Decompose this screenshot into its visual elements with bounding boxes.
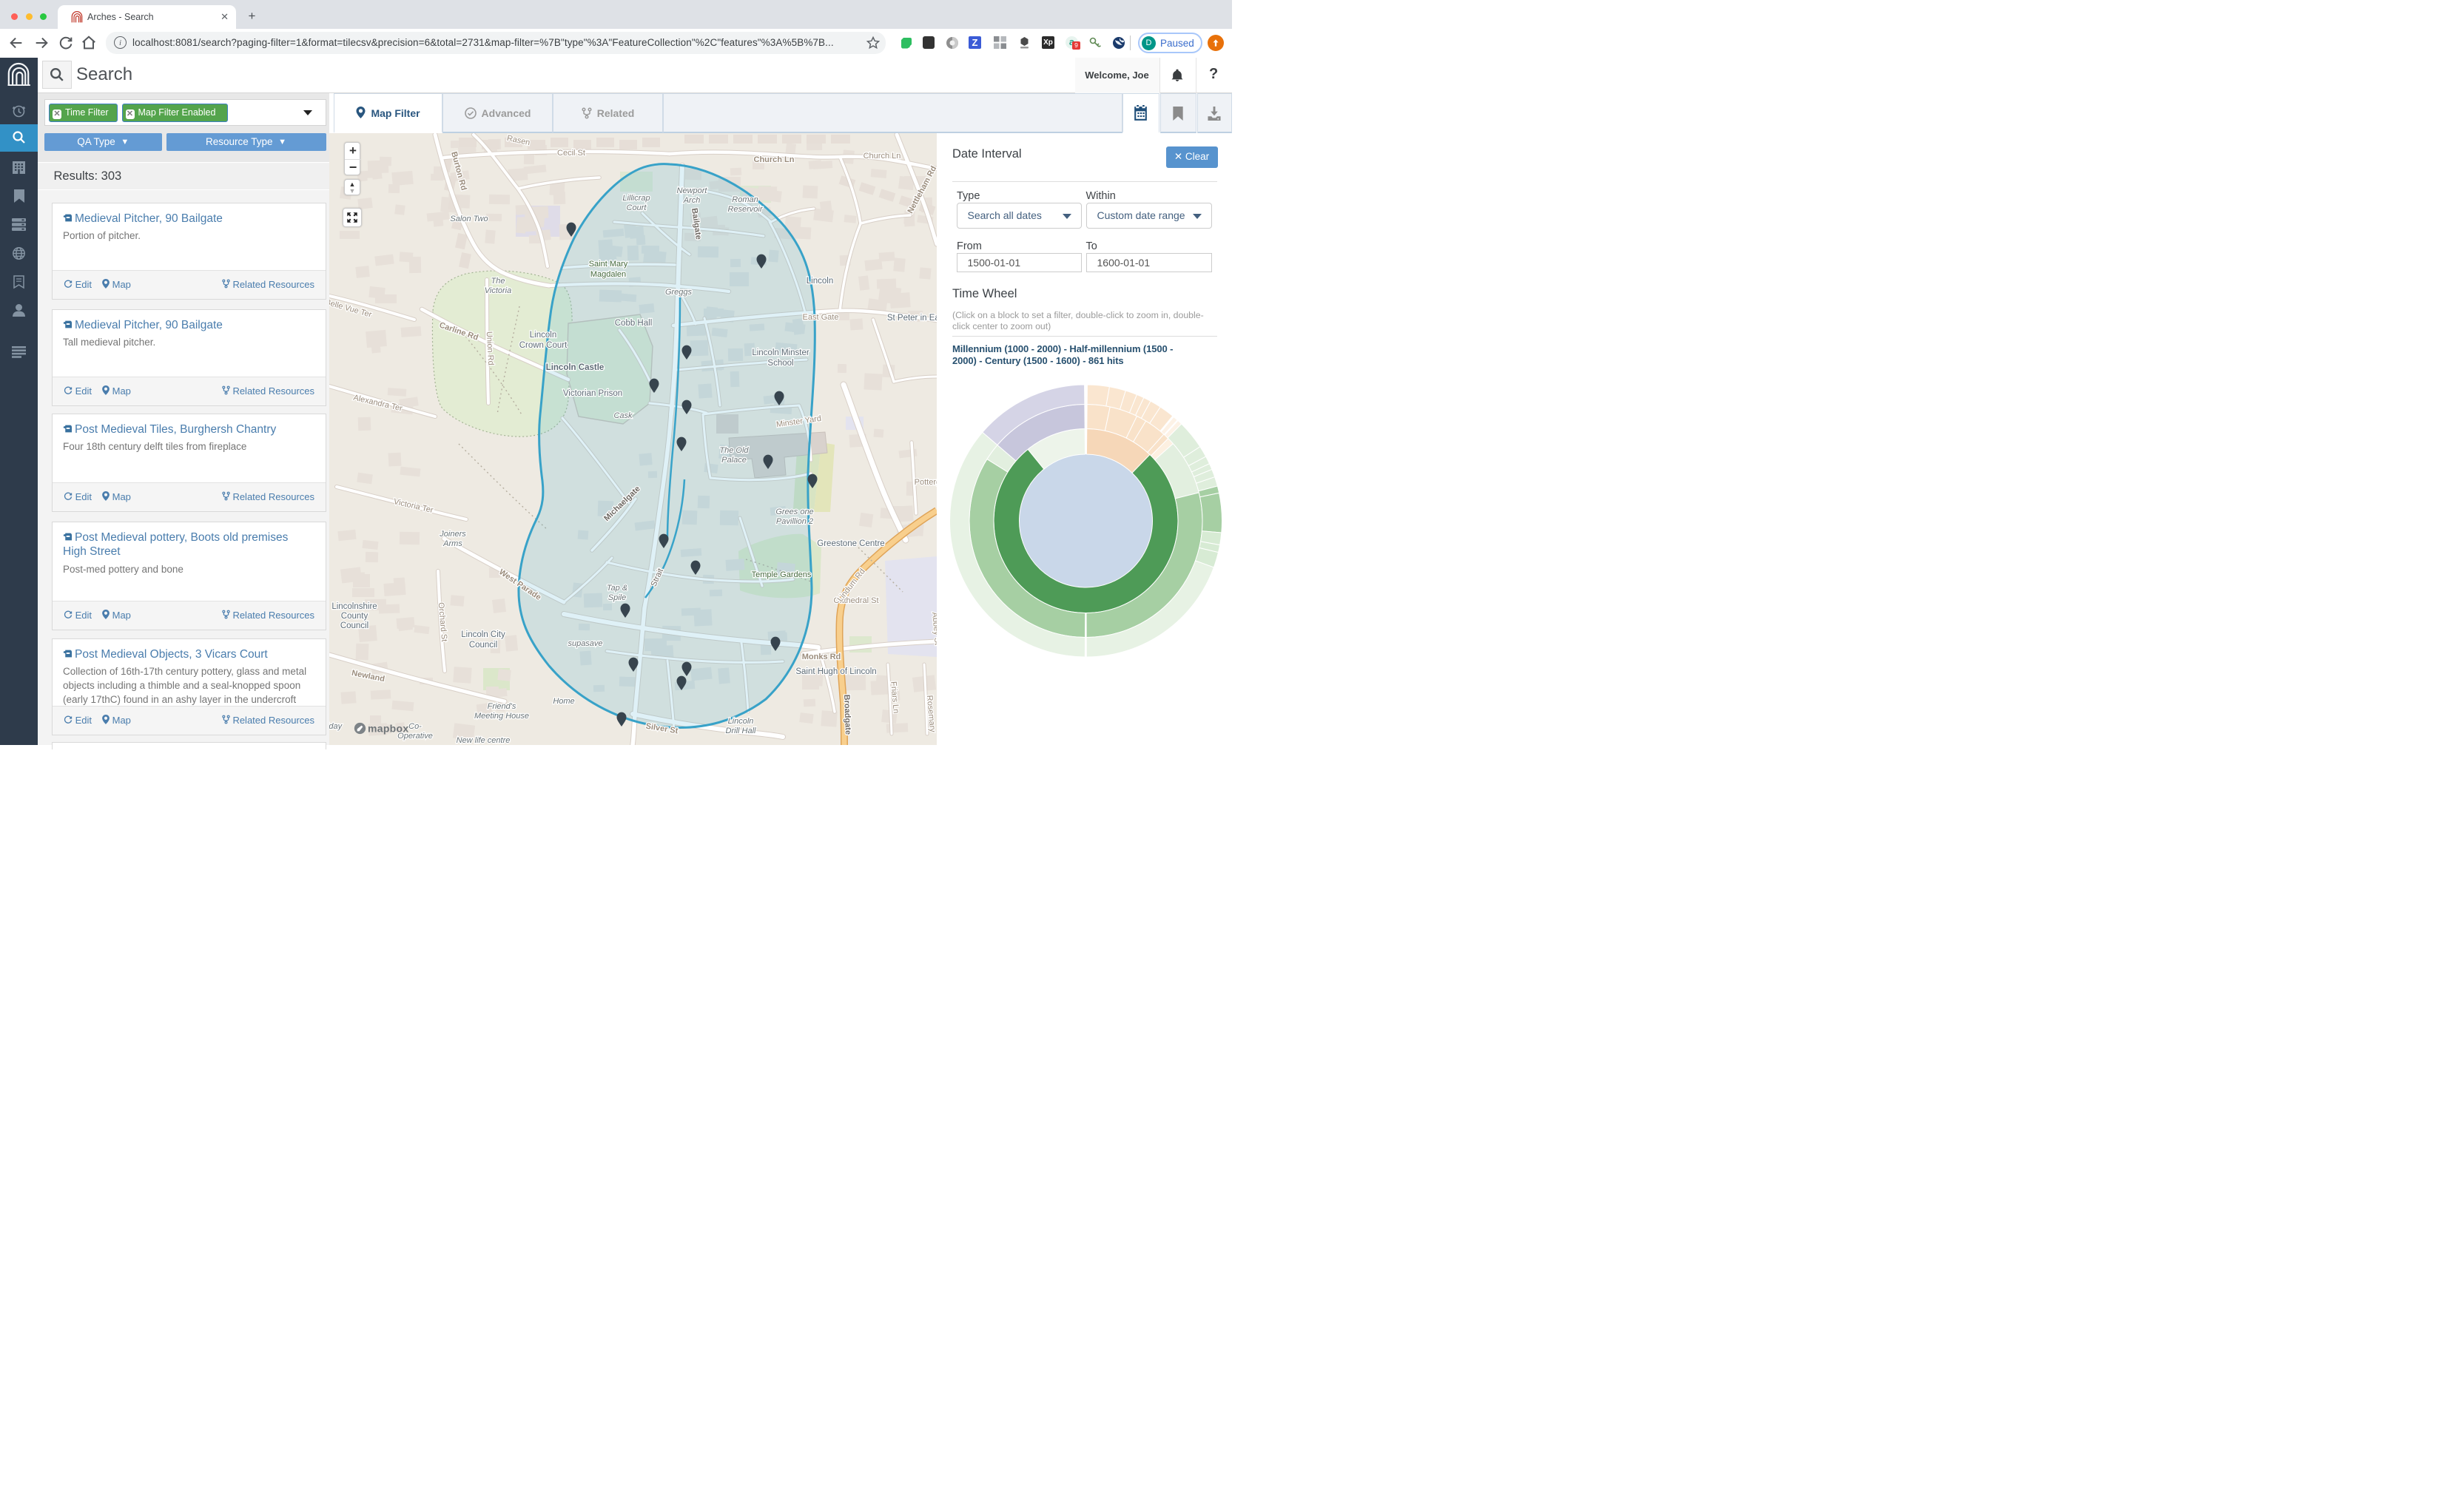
svg-text:Cobb Hall: Cobb Hall xyxy=(615,319,653,328)
svg-text:Lincoln Castle: Lincoln Castle xyxy=(546,363,605,372)
svg-text:Drill Hall: Drill Hall xyxy=(726,727,757,735)
svg-text:Lillicrap: Lillicrap xyxy=(622,194,650,203)
svg-text:Orchard St: Orchard St xyxy=(437,602,449,642)
svg-text:Tap &: Tap & xyxy=(607,584,627,593)
svg-text:Reservoir: Reservoir xyxy=(727,205,763,214)
svg-text:Lincoln Minster: Lincoln Minster xyxy=(752,348,809,357)
svg-text:Palace: Palace xyxy=(721,456,747,465)
svg-text:supasave: supasave xyxy=(568,639,602,648)
svg-text:Cask: Cask xyxy=(613,411,633,420)
svg-text:Lincoln City: Lincoln City xyxy=(461,630,505,639)
svg-text:Roman: Roman xyxy=(732,195,758,204)
svg-text:Pavillion 2: Pavillion 2 xyxy=(776,517,813,526)
svg-text:Victorian Prison: Victorian Prison xyxy=(563,389,622,398)
svg-text:Union Rd: Union Rd xyxy=(485,331,495,365)
svg-text:Saint Hugh of Lincoln: Saint Hugh of Lincoln xyxy=(795,667,876,676)
svg-text:Court: Court xyxy=(627,203,647,212)
svg-text:Victoria: Victoria xyxy=(485,286,511,295)
svg-text:Temple Gardens: Temple Gardens xyxy=(752,570,812,579)
svg-text:The: The xyxy=(491,277,505,286)
svg-text:Crown Court: Crown Court xyxy=(519,341,568,350)
svg-text:Greestone Centre: Greestone Centre xyxy=(817,539,884,548)
svg-text:Broadgate: Broadgate xyxy=(842,694,852,735)
svg-text:Spile: Spile xyxy=(608,593,626,602)
svg-text:County: County xyxy=(341,612,368,621)
svg-text:Magdalen: Magdalen xyxy=(590,270,626,279)
svg-text:Grees one: Grees one xyxy=(775,508,813,516)
svg-text:Arch: Arch xyxy=(683,196,701,205)
svg-text:Church Ln: Church Ln xyxy=(864,152,901,161)
svg-text:Lincolnshire: Lincolnshire xyxy=(331,602,377,611)
svg-text:Greggs: Greggs xyxy=(665,288,693,297)
svg-text:Arms: Arms xyxy=(442,539,462,548)
svg-text:Lincoln: Lincoln xyxy=(530,331,556,340)
svg-text:Church Ln: Church Ln xyxy=(754,155,795,164)
svg-text:Home: Home xyxy=(553,697,574,706)
svg-text:The Old: The Old xyxy=(719,446,749,455)
svg-text:Saint Mary: Saint Mary xyxy=(589,260,628,269)
svg-text:Pottergat: Pottergat xyxy=(915,478,937,487)
svg-text:Lincoln: Lincoln xyxy=(807,277,833,286)
svg-text:Friend's: Friend's xyxy=(488,702,516,711)
svg-text:Lincoln: Lincoln xyxy=(728,717,754,726)
svg-text:Monks Rd: Monks Rd xyxy=(802,653,841,661)
svg-text:Co-: Co- xyxy=(408,722,422,731)
svg-text:Alexandra Ter: Alexandra Ter xyxy=(352,394,403,414)
svg-text:iday: iday xyxy=(329,722,343,731)
svg-text:Joiners: Joiners xyxy=(439,530,466,539)
svg-text:Council: Council xyxy=(469,641,497,650)
svg-text:Council: Council xyxy=(340,621,368,630)
svg-text:Meeting House: Meeting House xyxy=(474,712,529,721)
svg-text:New life centre: New life centre xyxy=(457,736,511,745)
svg-text:School: School xyxy=(767,359,793,368)
svg-text:St Peter in Eastgate: St Peter in Eastgate xyxy=(887,314,937,323)
svg-text:Cecil St: Cecil St xyxy=(557,149,585,158)
svg-text:Victoria Ter: Victoria Ter xyxy=(393,497,434,515)
svg-text:Newport: Newport xyxy=(677,186,708,195)
svg-text:East Gate: East Gate xyxy=(803,313,839,322)
svg-text:Salon Two: Salon Two xyxy=(450,215,488,223)
